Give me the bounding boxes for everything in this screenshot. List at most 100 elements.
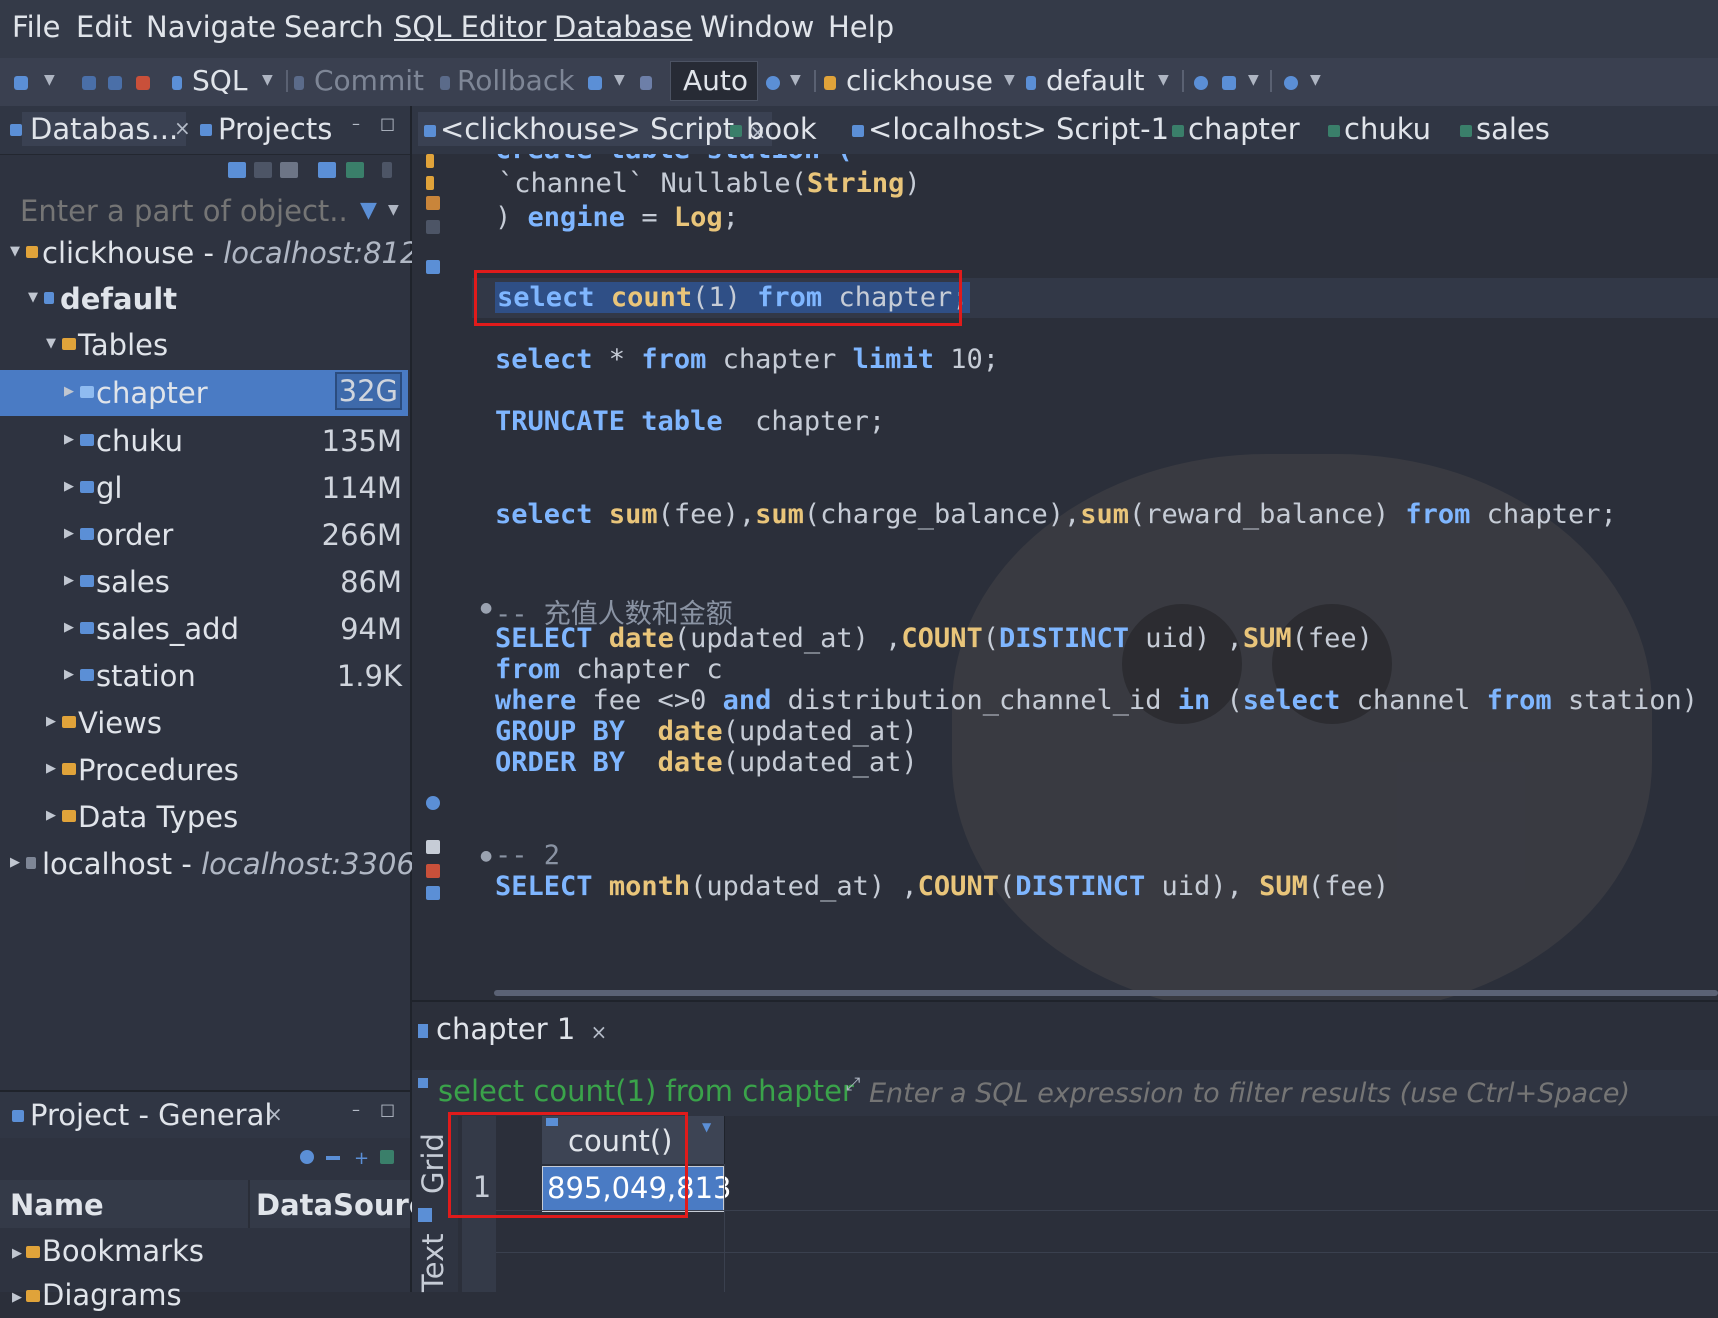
sort-icon[interactable]: ▼ bbox=[702, 1120, 711, 1134]
maximize-icon[interactable]: □ bbox=[380, 1100, 395, 1119]
tab-localhost-script[interactable]: <localhost> Script-1 bbox=[852, 112, 1169, 146]
menu-file[interactable]: File bbox=[12, 10, 61, 44]
menu-edit[interactable]: Edit bbox=[76, 10, 132, 44]
expand-arrow-icon[interactable]: ▼ bbox=[10, 244, 20, 259]
close-icon[interactable]: × bbox=[174, 116, 191, 140]
project-item-diagrams[interactable]: ▶ Diagrams bbox=[0, 1274, 410, 1318]
expand-arrow-icon[interactable]: ▶ bbox=[64, 620, 74, 635]
minimize-icon[interactable]: – bbox=[352, 114, 360, 133]
expand-icon[interactable]: ⤢ bbox=[846, 1074, 860, 1095]
chevron-down-icon[interactable]: ▼ bbox=[44, 72, 55, 88]
expand-arrow-icon[interactable]: ▶ bbox=[46, 761, 56, 776]
results-filter-input[interactable] bbox=[867, 1074, 1711, 1112]
project-item-bookmarks[interactable]: ▶ Bookmarks bbox=[0, 1230, 410, 1274]
tree-item-tables[interactable]: ▼ Tables bbox=[0, 322, 408, 368]
tree-item-sales[interactable]: ▶ sales 86M bbox=[0, 559, 408, 605]
transaction-mode-icon[interactable] bbox=[588, 76, 602, 90]
tree-item-gl[interactable]: ▶ gl 114M bbox=[0, 465, 408, 511]
fold-marker-icon[interactable]: ● bbox=[480, 600, 492, 616]
chevron-down-icon[interactable]: ▼ bbox=[1158, 72, 1169, 88]
print-icon[interactable] bbox=[1222, 76, 1236, 90]
tree-item-chapter[interactable]: ▶ chapter 32G bbox=[0, 370, 408, 416]
chevron-down-icon[interactable]: ▼ bbox=[1310, 72, 1321, 88]
invalidate-icon[interactable] bbox=[108, 76, 122, 90]
view-menu-icon[interactable] bbox=[382, 162, 392, 178]
close-icon[interactable]: × bbox=[591, 1020, 608, 1044]
chevron-down-icon[interactable]: ▼ bbox=[1004, 72, 1015, 88]
tab-chapter[interactable]: chapter bbox=[1172, 112, 1300, 146]
collapse-all-icon[interactable] bbox=[318, 162, 336, 178]
expand-arrow-icon[interactable]: ▶ bbox=[64, 573, 74, 588]
active-schema-select[interactable]: default bbox=[1046, 64, 1145, 97]
save-file-icon[interactable] bbox=[426, 864, 440, 878]
active-connection-select[interactable]: clickhouse bbox=[846, 64, 993, 97]
expand-arrow-icon[interactable]: ▶ bbox=[64, 384, 74, 399]
tree-item-sales-add[interactable]: ▶ sales_add 94M bbox=[0, 606, 408, 652]
project-panel-title[interactable]: Project - General bbox=[30, 1098, 272, 1132]
expand-arrow-icon[interactable]: ▼ bbox=[28, 290, 38, 305]
cancel-icon[interactable] bbox=[136, 76, 150, 90]
tree-item-data-types[interactable]: ▶ Data Types bbox=[0, 794, 408, 840]
column-header-datasource[interactable]: DataSourc bbox=[256, 1188, 426, 1222]
expand-arrow-icon[interactable]: ▶ bbox=[64, 479, 74, 494]
export-icon[interactable] bbox=[426, 220, 440, 234]
tab-sales[interactable]: sales bbox=[1460, 112, 1550, 146]
maximize-icon[interactable]: □ bbox=[380, 114, 395, 133]
commit-button[interactable]: Commit bbox=[314, 64, 424, 97]
expand-arrow-icon[interactable]: ▶ bbox=[10, 855, 20, 870]
chevron-down-icon[interactable]: ▼ bbox=[614, 72, 625, 88]
configure-icon[interactable] bbox=[300, 1150, 314, 1164]
expand-arrow-icon[interactable]: ▼ bbox=[46, 336, 56, 351]
file-icon[interactable] bbox=[426, 840, 440, 854]
tree-item-chuku[interactable]: ▶ chuku 135M bbox=[0, 418, 408, 464]
menu-window[interactable]: Window bbox=[700, 10, 814, 44]
tab-projects[interactable]: Projects bbox=[218, 112, 332, 146]
isolation-icon[interactable] bbox=[766, 76, 780, 90]
minimize-icon[interactable]: – bbox=[352, 1100, 360, 1119]
tab-grid[interactable]: Grid bbox=[416, 1133, 450, 1194]
close-icon[interactable]: × bbox=[266, 1102, 283, 1126]
tab-database-navigator[interactable]: Databas... bbox=[22, 112, 187, 146]
expand-arrow-icon[interactable]: ▶ bbox=[46, 714, 56, 729]
filter-icon[interactable]: ▼ bbox=[360, 198, 377, 223]
connect-icon[interactable] bbox=[14, 76, 28, 90]
lock-icon[interactable] bbox=[640, 76, 652, 90]
explain-icon[interactable] bbox=[426, 196, 440, 210]
chevron-down-icon[interactable]: ▼ bbox=[1248, 72, 1259, 88]
menu-help[interactable]: Help bbox=[828, 10, 894, 44]
terminal-icon[interactable] bbox=[426, 260, 440, 274]
expand-arrow-icon[interactable]: ▶ bbox=[64, 526, 74, 541]
disconnect-icon[interactable] bbox=[82, 76, 96, 90]
add-icon[interactable]: + bbox=[354, 1148, 369, 1169]
fold-marker-icon[interactable]: ● bbox=[480, 848, 492, 864]
collapse-icon[interactable] bbox=[326, 1156, 340, 1160]
chevron-down-icon[interactable] bbox=[254, 162, 272, 178]
tree-item-default[interactable]: ▼ default bbox=[0, 276, 408, 322]
tree-item-procedures[interactable]: ▶ Procedures bbox=[0, 747, 408, 793]
expand-arrow-icon[interactable]: ▶ bbox=[64, 432, 74, 447]
expand-arrow-icon[interactable]: ▶ bbox=[64, 667, 74, 682]
navigator-filter-input[interactable] bbox=[18, 188, 352, 234]
menu-sql-editor[interactable]: SQL Editor bbox=[394, 10, 546, 44]
tab-clickhouse-script[interactable]: <clickhouse> Script × bbox=[418, 112, 773, 146]
tab-book[interactable]: book bbox=[730, 112, 817, 146]
horizontal-scrollbar[interactable] bbox=[494, 990, 1718, 996]
expand-arrow-icon[interactable]: ▶ bbox=[46, 808, 56, 823]
settings-icon[interactable] bbox=[426, 796, 440, 810]
tree-item-localhost[interactable]: ▶ localhost - localhost:3306 bbox=[0, 841, 415, 887]
link-icon[interactable] bbox=[380, 1150, 394, 1164]
sql-editor[interactable]: create table station ( `channel` Nullabl… bbox=[412, 154, 1718, 1000]
sql-button[interactable]: SQL bbox=[192, 64, 247, 97]
tree-item-views[interactable]: ▶ Views bbox=[0, 700, 408, 746]
expand-arrow-icon[interactable]: ▶ bbox=[12, 1246, 22, 1261]
tree-item-order[interactable]: ▶ order 266M bbox=[0, 512, 408, 558]
load-file-icon[interactable] bbox=[426, 886, 440, 900]
execute-icon[interactable] bbox=[426, 154, 434, 168]
folder-icon[interactable] bbox=[280, 162, 298, 178]
menu-navigate[interactable]: Navigate bbox=[146, 10, 276, 44]
link-editor-icon[interactable] bbox=[346, 162, 364, 178]
search-icon[interactable] bbox=[1284, 76, 1298, 90]
tab-text[interactable]: Text bbox=[416, 1233, 450, 1292]
menu-search[interactable]: Search bbox=[284, 10, 384, 44]
tab-chuku[interactable]: chuku bbox=[1328, 112, 1431, 146]
